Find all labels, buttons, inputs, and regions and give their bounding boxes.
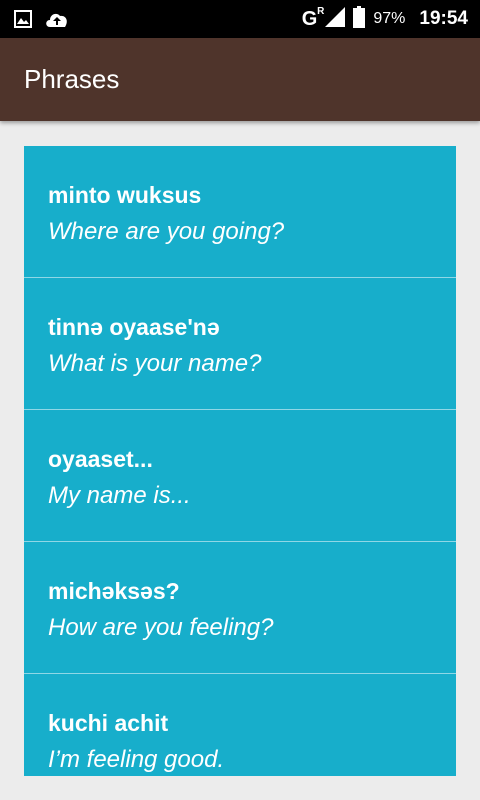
phrase-native-text: tinnə oyaase'nə	[48, 314, 220, 340]
phrase-item[interactable]: minto wuksus Where are you going?	[24, 146, 456, 278]
phrase-native-text: minto wuksus	[48, 182, 202, 208]
network-type: G R	[301, 6, 325, 31]
battery-percent: 97%	[373, 10, 406, 27]
phrase-english-text: I’m feeling good.	[48, 746, 225, 773]
roaming-indicator: R	[317, 5, 325, 17]
phrase-item[interactable]: tinnə oyaase'nə What is your name?	[24, 278, 456, 410]
page-title: Phrases	[24, 64, 120, 94]
phrase-item[interactable]: michəksəs? How are you feeling?	[24, 542, 456, 674]
phrase-native-text: oyaaset...	[48, 446, 153, 472]
network-type-label: G	[301, 7, 318, 30]
app-bar: Phrases	[0, 38, 480, 121]
phrase-item[interactable]: kuchi achit I’m feeling good.	[24, 674, 456, 776]
status-bar: G R 97% 19:54	[0, 0, 480, 38]
cloud-upload-icon	[44, 9, 70, 34]
phrase-native-text: michəksəs?	[48, 578, 180, 604]
image-icon	[14, 10, 32, 33]
phrase-native-text: kuchi achit	[48, 710, 169, 736]
phrase-english-text: Where are you going?	[48, 218, 285, 245]
clock: 19:54	[419, 8, 468, 29]
phrase-english-text: How are you feeling?	[48, 614, 274, 641]
phrase-item[interactable]: oyaaset... My name is...	[24, 410, 456, 542]
status-system: G R 97% 19:54	[302, 0, 468, 38]
phrase-english-text: What is your name?	[48, 350, 262, 377]
phrase-list[interactable]: minto wuksus Where are you going? tinnə …	[24, 146, 456, 776]
signal-icon	[325, 6, 346, 32]
status-notifications	[14, 9, 70, 34]
battery-icon	[353, 5, 366, 33]
phrase-english-text: My name is...	[48, 482, 191, 509]
